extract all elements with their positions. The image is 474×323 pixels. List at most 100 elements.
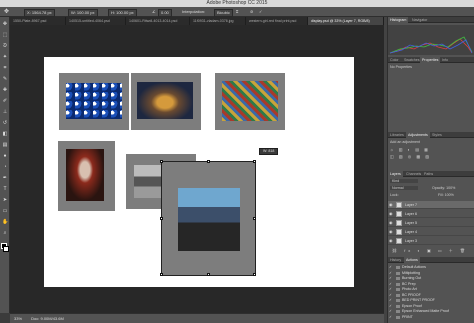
hand-icon[interactable]: ✋ xyxy=(2,219,8,225)
h-field[interactable]: H: 100.00 px xyxy=(108,9,137,17)
tab-styles[interactable]: Styles xyxy=(430,132,444,138)
eyedropper-icon[interactable]: ✎ xyxy=(2,76,8,82)
tab-adjustments[interactable]: Adjustments xyxy=(406,132,430,138)
transform-handle[interactable] xyxy=(160,273,163,276)
layer-row[interactable]: ◉ Layer 4 xyxy=(388,228,474,236)
w-field[interactable]: W: 100.00 px xyxy=(68,9,98,17)
move-icon[interactable]: ✥ xyxy=(2,21,8,27)
transform-handle[interactable] xyxy=(207,160,210,163)
visibility-eye-icon[interactable]: ◉ xyxy=(389,210,393,218)
x-field[interactable]: X: 1564.78 px xyxy=(24,9,55,17)
visibility-eye-icon[interactable]: ◉ xyxy=(389,219,393,227)
visibility-eye-icon[interactable]: ◉ xyxy=(389,237,393,245)
tab-properties[interactable]: Properties xyxy=(420,57,441,63)
eraser-icon[interactable]: ◧ xyxy=(2,131,8,137)
photo-evil-eye-beads xyxy=(66,83,122,119)
tab-navigator[interactable]: Navigator xyxy=(410,17,429,23)
tab-histogram[interactable]: Histogram xyxy=(388,17,409,23)
adjustment-icons-row2[interactable]: ◫ ▧ ◎ ▩ ▨ xyxy=(390,154,431,159)
image-frame-selected[interactable] xyxy=(162,162,255,275)
history-brush-icon[interactable]: ↺ xyxy=(2,120,8,126)
tab-info[interactable]: Info xyxy=(440,57,450,63)
wand-icon[interactable]: ✦ xyxy=(2,54,8,60)
tool-preset-icon[interactable]: ✥ xyxy=(4,8,9,16)
layer-row[interactable]: ◉ Layer 3 xyxy=(388,237,474,245)
tab-document-1[interactable]: 1550-Plate-8967.psd xyxy=(10,17,66,25)
tab-swatches[interactable]: Swatches xyxy=(402,57,422,63)
transform-handle[interactable] xyxy=(253,273,256,276)
layer-thumbnail xyxy=(396,220,402,226)
pen-icon[interactable]: ✒ xyxy=(2,175,8,181)
layer-row[interactable]: ◉ Layer 6 xyxy=(388,210,474,218)
adjustment-icons[interactable]: ☼ ▥ ◐ ▤ ▦ xyxy=(390,147,430,152)
window-title: Adobe Photoshop CC 2015 xyxy=(206,0,268,6)
visibility-eye-icon[interactable]: ◉ xyxy=(389,201,393,209)
tab-actions[interactable]: Actions xyxy=(404,257,420,263)
transform-handle[interactable] xyxy=(253,160,256,163)
tab-color[interactable]: Color xyxy=(388,57,401,63)
transform-tooltip: W: 818 xyxy=(259,148,279,155)
transform-handle[interactable] xyxy=(160,160,163,163)
layer-thumbnail xyxy=(396,229,402,235)
transform-handle[interactable] xyxy=(160,217,163,220)
crop-icon[interactable]: ⌗ xyxy=(2,65,8,71)
tab-libraries[interactable]: Libraries xyxy=(388,132,406,138)
zoom-icon[interactable]: ⌕ xyxy=(2,230,8,236)
folder-icon xyxy=(396,288,400,291)
image-frame[interactable] xyxy=(131,73,201,130)
cancel-icon[interactable]: ⊘ xyxy=(250,8,253,16)
fill-field[interactable]: Fill: 100% xyxy=(438,193,454,197)
tab-channels[interactable]: Channels xyxy=(404,171,423,177)
layer-row[interactable]: ◉ Layer 7 xyxy=(388,201,474,209)
warp-icon[interactable]: ⌗ xyxy=(236,8,238,16)
tools-panel: ✥ ⬚ ᘐ ✦ ⌗ ✎ ✚ ✐ ⊥ ↺ ◧ ▤ ● ◔ ✒ T ➤ ▭ ✋ ⌕ xyxy=(0,17,10,313)
marquee-icon[interactable]: ⬚ xyxy=(2,32,8,38)
commit-icon[interactable]: ✓ xyxy=(259,8,262,16)
tab-history[interactable]: History xyxy=(388,257,403,263)
tab-document-3[interactable]: 140601-Rttwdl-4013-4014.psd xyxy=(126,17,190,25)
image-frame[interactable] xyxy=(215,73,285,130)
tab-document-4[interactable]: 11f0931-vladam-0376.jpg xyxy=(190,17,246,25)
gradient-icon[interactable]: ▤ xyxy=(2,142,8,148)
path-select-icon[interactable]: ➤ xyxy=(2,197,8,203)
check-icon[interactable]: ✓ xyxy=(389,315,392,321)
blur-icon[interactable]: ● xyxy=(2,153,8,159)
layer-filter-kind[interactable]: Kind xyxy=(390,179,418,183)
status-bar: 33% Doc: 9.00M/43.6M xyxy=(10,313,384,323)
action-set[interactable]: ✓ PRINT xyxy=(388,315,474,321)
photo-mosaic xyxy=(222,81,278,121)
healing-icon[interactable]: ✚ xyxy=(2,87,8,93)
tab-document-5[interactable]: western-girl-red final print.psd xyxy=(246,17,308,25)
lasso-icon[interactable]: ᘐ xyxy=(2,43,8,49)
brush-icon[interactable]: ✐ xyxy=(2,98,8,104)
no-properties-text: No Properties xyxy=(390,65,412,69)
doc-size: Doc: 9.00M/43.6M xyxy=(31,316,64,321)
tab-document-2[interactable]: 140515-untitled-4064.psd xyxy=(66,17,126,25)
document-tabs: 1550-Plate-8967.psd 140515-untitled-4064… xyxy=(10,17,384,25)
tab-document-active[interactable]: display.psd @ 33% (Layer 7, RGB/8) xyxy=(308,17,384,25)
stamp-icon[interactable]: ⊥ xyxy=(2,109,8,115)
action-name: PRINT xyxy=(402,314,413,319)
background-color-swatch[interactable] xyxy=(3,246,9,252)
visibility-eye-icon[interactable]: ◉ xyxy=(389,228,393,236)
layer-footer-icons[interactable]: ⛓ fx ◐ ▣ ▭ ＋ 🗑 xyxy=(392,248,468,254)
type-icon[interactable]: T xyxy=(2,186,8,192)
angle-field[interactable]: 0.00 xyxy=(158,9,172,17)
properties-tabs: Color Swatches Properties Info xyxy=(388,57,474,63)
opacity-field[interactable]: Opacity: 100% xyxy=(432,186,455,190)
transform-handle[interactable] xyxy=(207,273,210,276)
dodge-icon[interactable]: ◔ xyxy=(2,164,8,170)
blend-mode-select[interactable]: Normal xyxy=(390,186,418,190)
layer-row[interactable]: ◉ Layer 5 xyxy=(388,219,474,227)
image-frame[interactable] xyxy=(59,73,129,130)
folder-icon xyxy=(396,271,400,275)
image-frame[interactable] xyxy=(58,141,115,211)
interpolation-select[interactable]: Bicubic xyxy=(214,9,233,17)
shape-icon[interactable]: ▭ xyxy=(2,208,8,214)
tab-paths[interactable]: Paths xyxy=(422,171,435,177)
tab-layers[interactable]: Layers xyxy=(388,171,403,177)
photoshop-window: Adobe Photoshop CC 2015 ✥ X: 1564.78 px … xyxy=(0,0,474,323)
zoom-level[interactable]: 33% xyxy=(14,316,22,321)
transform-handle[interactable] xyxy=(253,217,256,220)
photo-night-building xyxy=(137,82,193,119)
